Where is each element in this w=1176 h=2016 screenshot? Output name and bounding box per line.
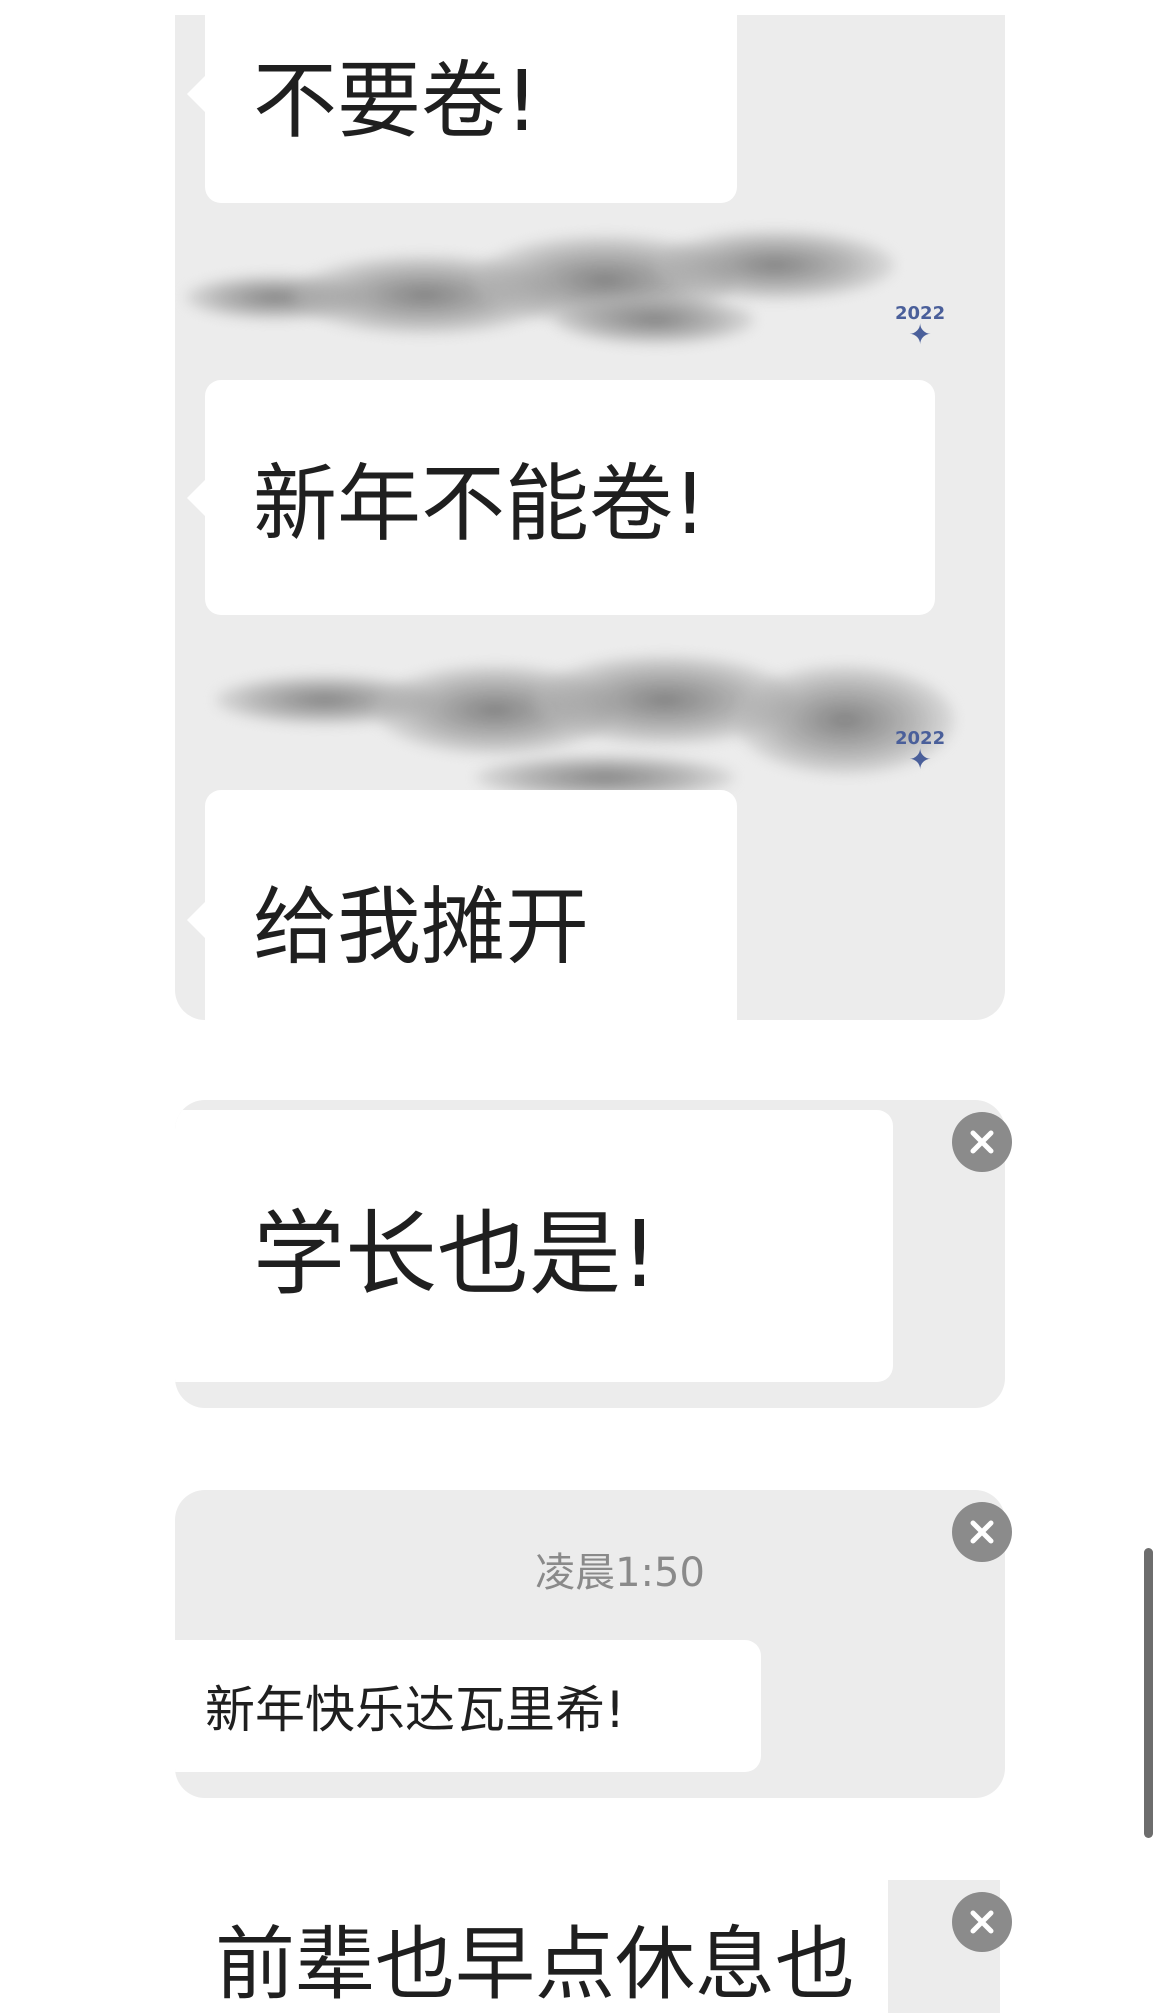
message-bubble: 给我摊开	[187, 790, 737, 1020]
scrollbar[interactable]	[1144, 1548, 1153, 1838]
message-text: 不要卷!	[253, 51, 539, 150]
message-text: 给我摊开	[253, 877, 590, 976]
screenshot-card-1: 不要卷! 2022 ✦ 新年不能卷! 2022 ✦ 给我摊开	[175, 15, 1005, 1020]
message-timestamp: 凌晨1:50	[535, 1550, 705, 1596]
olympic-logo-icon: 2022 ✦	[895, 303, 946, 351]
message-text: 新年快乐达瓦里希!	[205, 1681, 626, 1739]
message-bubble: 学长也是!	[175, 1110, 893, 1382]
message-text: 前辈也早点休息也	[215, 1918, 855, 2011]
olympic-logo-icon: 2022 ✦	[895, 728, 946, 776]
message-text: 学长也是!	[253, 1200, 658, 1308]
close-icon[interactable]	[952, 1112, 1012, 1172]
close-icon[interactable]	[952, 1502, 1012, 1562]
message-bubble: 不要卷!	[187, 15, 737, 203]
screenshot-card-2: 学长也是!	[175, 1100, 1005, 1408]
close-icon[interactable]	[952, 1892, 1012, 1952]
screenshot-card-3: 凌晨1:50 新年快乐达瓦里希!	[175, 1490, 1005, 1798]
message-bubble: 新年不能卷!	[187, 380, 935, 615]
message-bubble: 新年快乐达瓦里希!	[175, 1640, 761, 1772]
message-text: 新年不能卷!	[253, 455, 707, 553]
